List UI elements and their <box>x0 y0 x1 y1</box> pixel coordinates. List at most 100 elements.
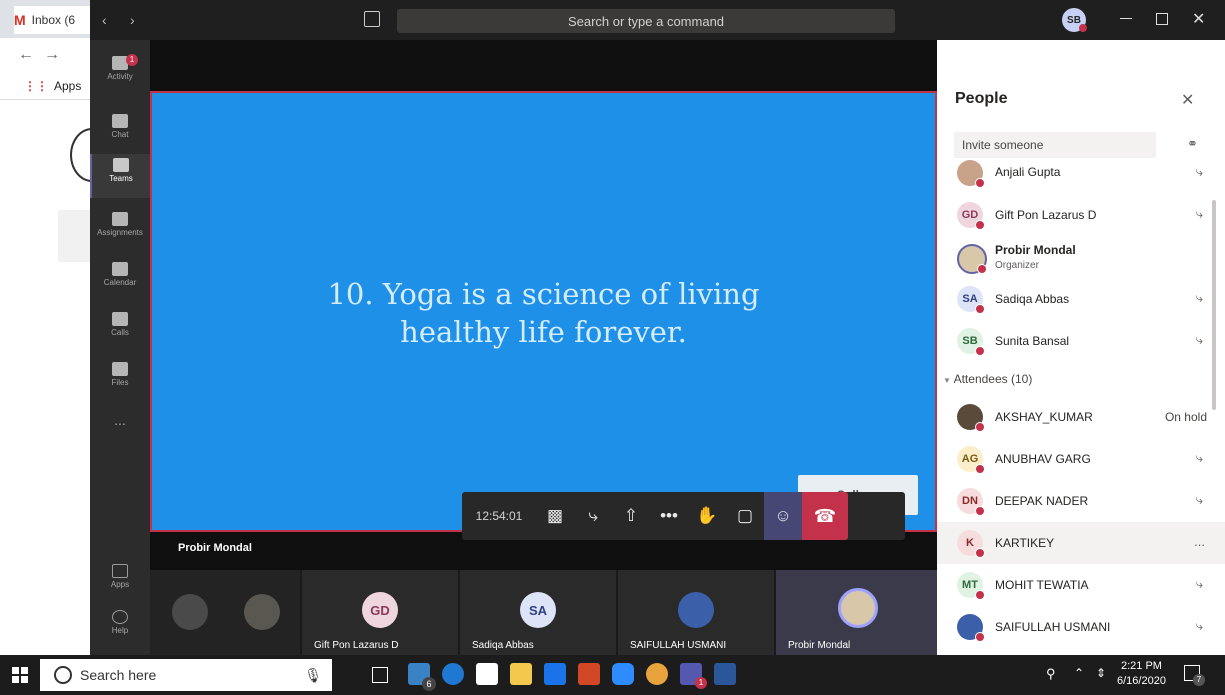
maximize-icon[interactable] <box>1156 13 1168 25</box>
people-row[interactable]: SA Sadiqa Abbas ⤷ <box>937 278 1217 320</box>
people-row[interactable]: Anjali Gupta ⤷ <box>937 152 1217 194</box>
powerpoint-icon[interactable] <box>578 663 600 685</box>
forward-arrow-icon[interactable]: → <box>44 46 60 64</box>
video-thumbnail[interactable]: SAIFULLAH USMANI <box>618 570 774 655</box>
compose-icon[interactable] <box>364 11 380 27</box>
windows-start-icon[interactable] <box>12 667 28 683</box>
people-row[interactable]: GD Gift Pon Lazarus D ⤷ <box>937 194 1217 236</box>
camera-off-button[interactable]: ▩ <box>536 492 574 540</box>
attendees-header[interactable]: ▼ Attendees (10) <box>943 372 1032 386</box>
video-thumbnail[interactable]: Probir Mondal <box>776 570 937 655</box>
minimize-icon[interactable] <box>1120 18 1132 19</box>
chat-button[interactable]: ▢ <box>726 492 764 540</box>
command-search-input[interactable]: Search or type a command <box>397 9 895 33</box>
chat-icon: ▢ <box>736 506 754 525</box>
mail-app-icon[interactable]: 6 <box>408 663 436 691</box>
nav-forward-icon[interactable]: › <box>130 12 135 28</box>
people-tray-icon[interactable]: ⚲ <box>1046 666 1056 682</box>
video-thumbnail[interactable] <box>150 570 300 655</box>
participant-name: AKSHAY_KUMAR <box>995 410 1093 424</box>
taskbar-clock[interactable]: 2:21 PM 6/16/2020 <box>1117 659 1166 689</box>
browser-tab-label: Inbox (6 <box>31 13 76 27</box>
video-thumbnail[interactable]: SA Sadiqa Abbas <box>460 570 616 655</box>
people-row[interactable]: SB Sunita Bansal ⤷ <box>937 320 1217 362</box>
people-row[interactable]: K KARTIKEY ... <box>937 522 1225 564</box>
tray-chevron-icon[interactable]: ⌃ <box>1074 666 1084 680</box>
rail-item-teams[interactable]: Teams <box>90 154 150 198</box>
attendees-label: Attendees (10) <box>953 372 1033 386</box>
participant-name: Gift Pon Lazarus D <box>995 208 1097 222</box>
edge-icon[interactable] <box>442 663 464 685</box>
browser-address-bar[interactable]: ← → <box>0 38 100 72</box>
bookmarks-bar: ⋮⋮ Apps <box>0 72 100 100</box>
link-icon[interactable]: ⚭ <box>1187 136 1198 152</box>
user-status-dot <box>1079 24 1087 32</box>
mail-badge: 6 <box>422 677 436 691</box>
task-view-icon[interactable] <box>372 667 388 683</box>
avatar-initials: K <box>966 537 974 549</box>
rail-label: Files <box>111 378 129 387</box>
back-arrow-icon[interactable]: ← <box>18 46 34 64</box>
rail-item-more[interactable]: ... <box>90 412 150 456</box>
people-row[interactable]: Probir Mondal Organizer <box>937 236 1217 278</box>
activity-badge: 1 <box>126 54 138 66</box>
zoom-icon[interactable] <box>612 663 634 685</box>
taskbar-search-input[interactable]: Search here 🎙 <box>40 659 332 691</box>
network-icon[interactable]: ⇕ <box>1096 666 1106 680</box>
rail-item-chat[interactable]: Chat <box>90 110 150 154</box>
participant-avatar: SA <box>520 592 556 628</box>
notifications-icon[interactable]: 7 <box>1184 665 1205 686</box>
teams-badge: 1 <box>695 677 707 689</box>
app-rail: Activity 1 Chat Teams Assignments Calend… <box>90 40 150 655</box>
video-thumbnail[interactable]: GD Gift Pon Lazarus D <box>302 570 458 655</box>
thumbnail-name: Sadiqa Abbas <box>472 640 534 651</box>
rail-item-activity[interactable]: Activity 1 <box>90 52 150 96</box>
participant-avatar <box>172 594 208 630</box>
panel-title: People <box>955 90 1008 107</box>
mute-button[interactable]: ⤷ <box>574 492 612 540</box>
hang-up-button[interactable]: ☎ <box>802 492 848 540</box>
people-row[interactable]: DN DEEPAK NADER ⤷ <box>937 480 1217 522</box>
rail-item-assignments[interactable]: Assignments <box>90 208 150 252</box>
rail-item-apps[interactable]: Apps <box>90 560 150 604</box>
participant-avatar: MT <box>957 572 985 600</box>
close-window-icon[interactable]: ✕ <box>1192 9 1205 29</box>
participants-button[interactable]: ☺ <box>764 492 802 540</box>
avatar-initials: DN <box>962 495 978 507</box>
more-options-button[interactable]: ... <box>1194 534 1205 549</box>
microphone-icon[interactable]: 🎙 <box>304 667 322 684</box>
avatar-initials: SA <box>962 293 978 305</box>
panel-scrollbar[interactable] <box>1212 200 1216 410</box>
rail-item-files[interactable]: Files <box>90 358 150 402</box>
rail-item-calls[interactable]: Calls <box>90 308 150 352</box>
mic-off-icon: ⤷ <box>588 506 598 525</box>
mail-icon[interactable] <box>544 663 566 685</box>
more-actions-button[interactable]: ••• <box>650 492 688 540</box>
participant-avatar: DN <box>957 488 985 516</box>
chrome-icon[interactable] <box>646 663 668 685</box>
people-row[interactable]: AG ANUBHAV GARG ⤷ <box>937 438 1217 480</box>
people-row[interactable]: AKSHAY_KUMAR On hold <box>937 396 1217 438</box>
bookmarks-apps-label[interactable]: Apps <box>54 79 81 93</box>
rail-label: Apps <box>110 580 130 589</box>
people-row[interactable]: SAIFULLAH USMANI ⤷ <box>937 606 1217 648</box>
close-icon[interactable]: ✕ <box>1181 90 1194 110</box>
people-row[interactable]: MT MOHIT TEWATIA ⤷ <box>937 564 1217 606</box>
call-timer: 12:54:01 <box>475 509 523 523</box>
rail-item-calendar[interactable]: Calendar <box>90 258 150 302</box>
avatar-initials: SB <box>962 335 978 347</box>
more-icon: ... <box>114 412 126 428</box>
raise-hand-button[interactable]: ✋ <box>688 492 726 540</box>
rail-item-help[interactable]: Help <box>90 606 150 650</box>
gmail-icon: M <box>14 12 26 28</box>
word-icon[interactable] <box>714 663 736 685</box>
cortana-icon <box>54 666 72 684</box>
participant-strip: GD Gift Pon Lazarus D SA Sadiqa Abbas SA… <box>150 570 937 655</box>
file-explorer-icon[interactable] <box>510 663 532 685</box>
avatar-initials: MT <box>962 579 978 591</box>
nav-back-icon[interactable]: ‹ <box>102 12 107 28</box>
avatar-initials: AG <box>961 453 979 465</box>
store-icon[interactable] <box>476 663 498 685</box>
teams-app-icon[interactable]: 1 <box>680 663 707 689</box>
share-button[interactable]: ⇧ <box>612 492 650 540</box>
